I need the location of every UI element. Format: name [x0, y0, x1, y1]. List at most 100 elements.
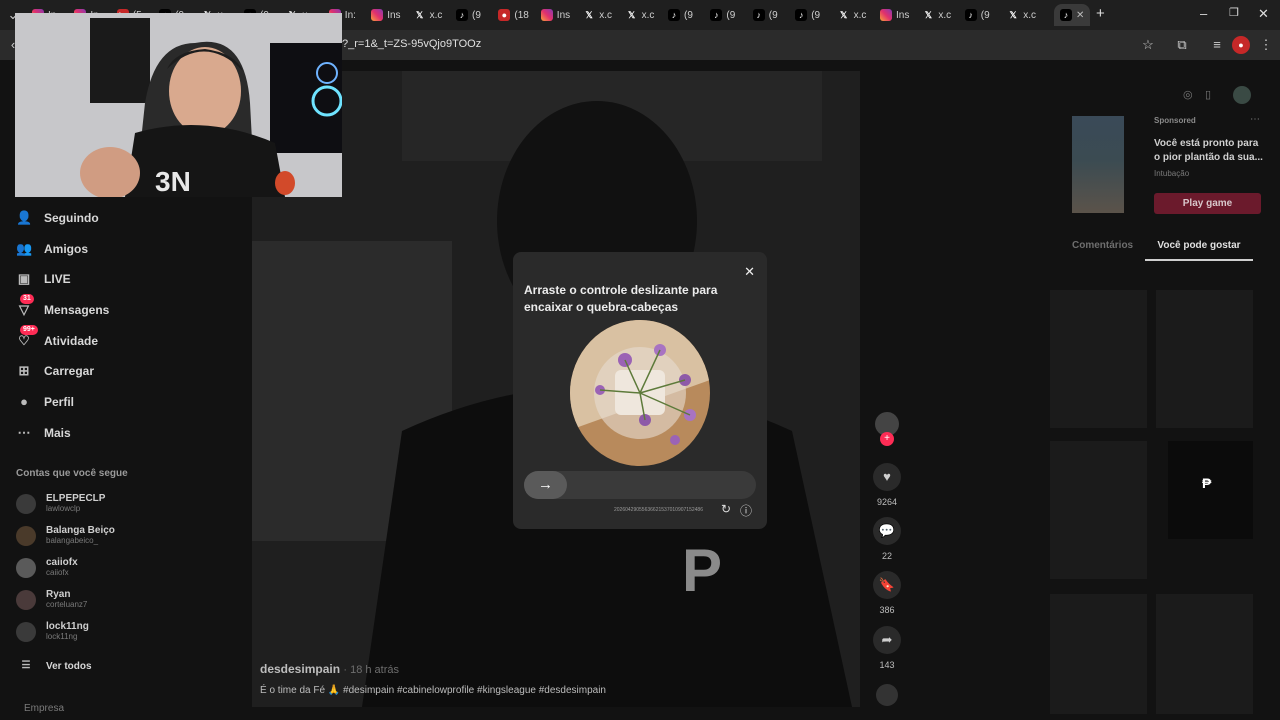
tiktok-icon: ♪: [456, 9, 468, 21]
upload-icon: ⊞: [18, 363, 30, 378]
following-icon: 👤: [16, 210, 33, 225]
profile-avatar[interactable]: ●: [1232, 36, 1250, 54]
like-action[interactable]: ♥ 9264: [873, 463, 901, 507]
browser-tab[interactable]: ♪(9: [795, 4, 820, 26]
account-handle: caiiofx: [46, 568, 69, 577]
recommended-thumb[interactable]: [1050, 594, 1147, 714]
browser-menu-icon[interactable]: ⋮: [1257, 36, 1275, 54]
tab-comments[interactable]: Comentários: [1072, 240, 1133, 251]
sidebar-item-perfil[interactable]: ● Perfil: [16, 394, 74, 410]
tab-label: x.c: [938, 9, 952, 21]
browser-tab[interactable]: 𝕏x.c: [838, 4, 867, 26]
url-field[interactable]: ?_r=1&_t=ZS-95vQjo9TOOz: [342, 38, 481, 50]
recommended-thumb[interactable]: [1050, 441, 1147, 579]
x-icon: 𝕏: [415, 10, 424, 20]
tab-label: x.c: [599, 9, 612, 21]
sponsored-label: Sponsored: [1154, 116, 1196, 125]
restore-button[interactable]: ❐: [1229, 6, 1239, 19]
sidebar-item-atividade[interactable]: ♡ 99+ Atividade: [16, 325, 99, 349]
ad-text: Você está pronto para o pior plantão da …: [1154, 138, 1263, 163]
extensions-icon[interactable]: ⧉: [1173, 36, 1191, 54]
music-disc[interactable]: [873, 684, 901, 706]
sidebar-item-seguindo[interactable]: 👤 Seguindo: [16, 210, 99, 226]
ad-more-icon[interactable]: ⋯: [1250, 114, 1260, 125]
tab-label: (9: [768, 9, 778, 21]
compass-icon[interactable]: ◎: [1183, 88, 1193, 101]
captcha-modal: ✕ Arraste o controle deslizante para enc…: [513, 252, 767, 529]
followed-account[interactable]: Ryan corteluanz7: [16, 589, 87, 610]
new-tab-button[interactable]: +: [1096, 5, 1105, 22]
browser-tab[interactable]: ● (18: [498, 4, 529, 26]
minimize-button[interactable]: –: [1200, 6, 1207, 21]
comment-action[interactable]: 💬 22: [873, 517, 901, 561]
browser-tab[interactable]: 𝕏x.c: [1007, 4, 1036, 26]
followed-account[interactable]: caiiofx caiiofx: [16, 557, 78, 578]
sidebar-item-label: Atividade: [44, 334, 99, 348]
bookmark-icon[interactable]: 🔖: [873, 571, 901, 599]
notification-badge: 31: [20, 294, 34, 304]
tab-label: (9: [811, 9, 821, 21]
sidebar-item-carregar[interactable]: ⊞ Carregar: [16, 363, 94, 379]
followed-account[interactable]: ELPEPECLP lawlowclp: [16, 493, 105, 514]
ad-thumbnail[interactable]: [1072, 116, 1124, 213]
bookmark-star-icon[interactable]: ☆: [1139, 36, 1157, 54]
sidebar-item-mais[interactable]: ⋯ Mais: [16, 425, 71, 441]
close-tab-icon[interactable]: ✕: [1076, 10, 1084, 21]
tab-label: Ins: [387, 9, 401, 21]
comment-icon[interactable]: 💬: [873, 517, 901, 545]
account-handle: corteluanz7: [46, 600, 88, 609]
info-icon[interactable]: ⓘ: [740, 502, 752, 519]
see-all-link[interactable]: ☰ Ver todos: [18, 658, 92, 674]
creator-avatar[interactable]: +: [873, 412, 901, 446]
browser-tab[interactable]: ♪(9: [668, 4, 693, 26]
sidebar-item-label: Mensagens: [44, 303, 110, 317]
browser-tab[interactable]: Ins: [371, 4, 401, 26]
close-window-button[interactable]: ✕: [1258, 6, 1269, 22]
phone-icon[interactable]: ▯: [1205, 88, 1211, 101]
recommended-thumb[interactable]: ₱: [1168, 441, 1253, 539]
active-tab[interactable]: ♪ ✕: [1054, 4, 1091, 26]
footer-link-empresa[interactable]: Empresa: [24, 703, 64, 714]
close-icon[interactable]: ✕: [744, 264, 755, 280]
heart-icon[interactable]: ♥: [873, 463, 901, 491]
tab-label: (9: [980, 9, 990, 21]
tab-label: x.c: [853, 9, 867, 21]
recommended-thumb[interactable]: [1050, 290, 1147, 428]
tiktok-icon: ♪: [668, 9, 680, 21]
recommended-thumb[interactable]: [1156, 594, 1253, 714]
sidebar-item-label: Mais: [44, 426, 71, 440]
slider-handle[interactable]: →: [524, 471, 567, 499]
followed-account[interactable]: lock11ng lock11ng: [16, 621, 89, 642]
browser-tab[interactable]: ♪(9: [752, 4, 778, 26]
sidebar-item-live[interactable]: ▣ LIVE: [16, 271, 71, 287]
captcha-slider-track[interactable]: →: [524, 471, 756, 499]
avatar: [16, 621, 36, 642]
video-author[interactable]: desdesimpain: [260, 662, 340, 676]
user-avatar[interactable]: [1233, 86, 1251, 104]
share-icon[interactable]: ➦: [873, 626, 901, 654]
tab-label: (9: [472, 9, 481, 21]
browser-tab[interactable]: 𝕏x.c: [626, 4, 654, 26]
sidebar-item-mensagens[interactable]: ▽ 31 Mensagens: [16, 294, 110, 318]
browser-tab[interactable]: 𝕏x.c: [583, 4, 612, 26]
recommended-thumb[interactable]: [1156, 290, 1253, 428]
browser-tab[interactable]: 𝕏x.c: [414, 4, 442, 26]
browser-tab[interactable]: ♪ (9: [456, 4, 481, 26]
media-control-icon[interactable]: ≡: [1208, 36, 1226, 54]
list-icon: ☰: [21, 660, 31, 671]
browser-tab[interactable]: ♪(9: [710, 4, 735, 26]
x-icon: 𝕏: [627, 10, 636, 20]
browser-tab[interactable]: Ins: [540, 4, 570, 26]
browser-tab[interactable]: ♪(9: [964, 4, 990, 26]
refresh-icon[interactable]: ↻: [721, 502, 731, 516]
tab-you-may-like[interactable]: Você pode gostar: [1145, 240, 1253, 261]
share-action[interactable]: ➦ 143: [873, 626, 901, 670]
instagram-icon: [371, 9, 384, 21]
browser-tab[interactable]: Ins: [880, 4, 909, 26]
follow-plus-icon[interactable]: +: [880, 432, 894, 446]
followed-account[interactable]: Balanga Beiço balangabeico_: [16, 525, 115, 546]
sidebar-item-amigos[interactable]: 👥 Amigos: [16, 241, 88, 257]
play-game-button[interactable]: Play game: [1154, 193, 1261, 214]
browser-tab[interactable]: 𝕏x.c: [922, 4, 951, 26]
save-action[interactable]: 🔖 386: [873, 571, 901, 615]
